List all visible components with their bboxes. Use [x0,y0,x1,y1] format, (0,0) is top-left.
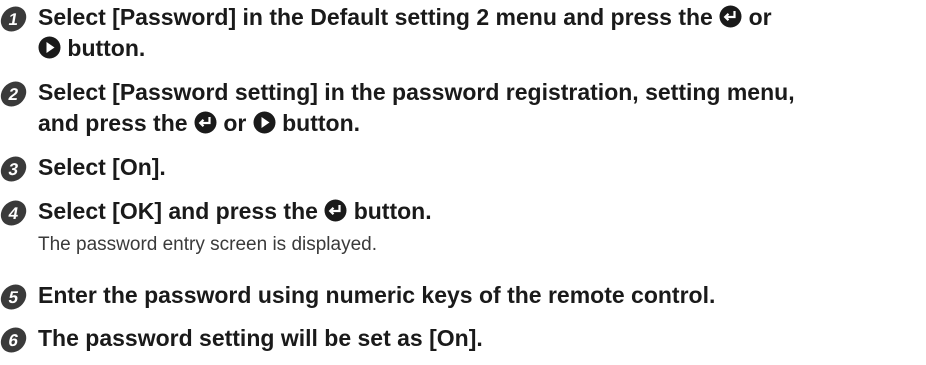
step-1-text: Select [Password] in the Default setting… [38,2,772,64]
step-2-number-badge: 2 [0,80,28,108]
step-6-line-1-part-1: The password setting will be set as [On]… [38,325,483,351]
step-4-number-badge: 4 [0,199,28,227]
step-4-line-1-part-1: Select [OK] and press the [38,198,325,224]
step-6-number-badge: 6 [0,326,28,354]
step-4-line-1: Select [OK] and press the button. [38,196,432,227]
enter-button-icon [194,111,217,134]
step-1-line-2: button. [38,33,772,64]
step-1-line-2-part-2: button. [61,35,146,61]
step-3-number-badge: 3 [0,155,28,183]
step-2-line-1: Select [Password setting] in the passwor… [38,77,795,108]
step-1-number-badge: 1 [0,5,28,33]
step-6-line-1: The password setting will be set as [On]… [38,323,483,354]
step-1-line-1: Select [Password] in the Default setting… [38,2,772,33]
step-3-line-1-part-1: Select [On]. [38,154,166,180]
step-4-line-1-part-3: button. [347,198,432,224]
step-4-note: The password entry screen is displayed. [38,234,377,255]
step-2-text: Select [Password setting] in the passwor… [38,77,795,139]
step-3-text: Select [On]. [38,152,166,183]
right-arrow-button-icon [253,111,276,134]
step-2-line-2-part-5: button. [275,110,361,136]
step-5-line-1-part-1: Enter the password using numeric keys of… [38,282,716,308]
step-2-line-2: and press the or button. [38,108,795,139]
enter-button-icon [719,5,742,28]
step-2-line-1-part-1: Select [Password setting] in the passwor… [38,79,795,105]
step-5-number-badge: 5 [0,283,28,311]
step-2-line-2-part-1: and press the [38,110,194,136]
step-1-line-1-part-1: Select [Password] in the Default setting… [38,4,720,30]
step-3-line-1: Select [On]. [38,152,166,183]
step-6-text: The password setting will be set as [On]… [38,323,483,354]
step-2-line-2-part-3: or [216,110,253,136]
step-5-line-1: Enter the password using numeric keys of… [38,280,715,311]
step-4-text: Select [OK] and press the button. [38,196,432,227]
step-5-text: Enter the password using numeric keys of… [38,280,715,311]
right-arrow-button-icon [38,36,61,59]
step-1-line-1-part-3: or [742,4,772,30]
enter-button-icon [324,199,347,222]
